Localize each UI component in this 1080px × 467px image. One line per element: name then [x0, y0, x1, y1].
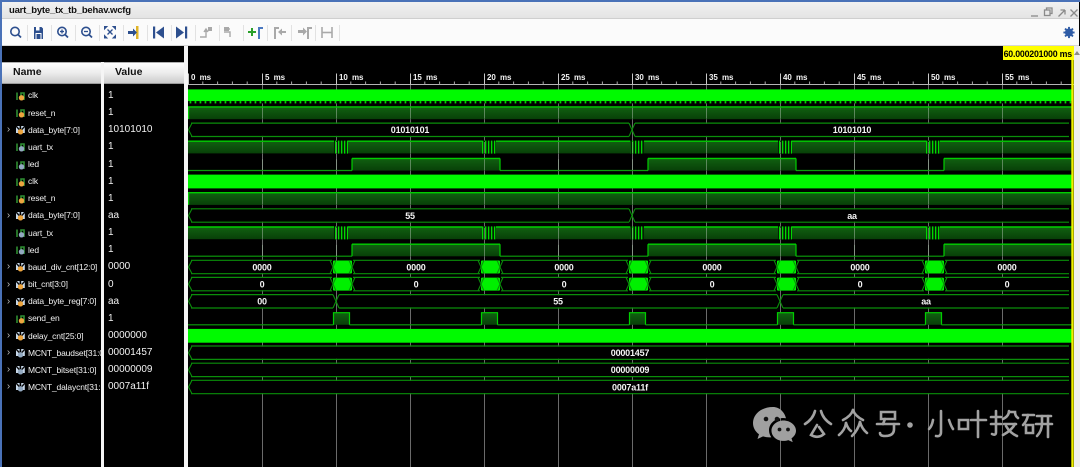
- svg-text:01010101: 01010101: [391, 125, 430, 135]
- svg-text:0000: 0000: [850, 262, 869, 272]
- svg-text:0000: 0000: [554, 262, 573, 272]
- svg-text:00000009: 00000009: [611, 365, 650, 375]
- svg-text:25 ms: 25 ms: [561, 73, 586, 82]
- svg-text:45 ms: 45 ms: [857, 73, 882, 82]
- svg-text:0000: 0000: [406, 262, 425, 272]
- svg-text:aa: aa: [921, 297, 932, 307]
- svg-text:35 ms: 35 ms: [709, 73, 734, 82]
- svg-text:0: 0: [562, 279, 567, 289]
- svg-text:00: 00: [257, 297, 267, 307]
- svg-text:55: 55: [405, 211, 415, 221]
- svg-text:10 ms: 10 ms: [339, 73, 364, 82]
- svg-text:0: 0: [414, 279, 419, 289]
- svg-text:15 ms: 15 ms: [413, 73, 438, 82]
- svg-text:00001457: 00001457: [611, 348, 650, 358]
- svg-text:0: 0: [858, 279, 863, 289]
- svg-text:55: 55: [553, 297, 563, 307]
- svg-text:0000: 0000: [252, 262, 271, 272]
- svg-text:60.000201000 ms: 60.000201000 ms: [1004, 49, 1073, 59]
- svg-text:30 ms: 30 ms: [635, 73, 660, 82]
- svg-text:0: 0: [260, 279, 265, 289]
- svg-text:5 ms: 5 ms: [265, 73, 286, 82]
- svg-text:50 ms: 50 ms: [931, 73, 956, 82]
- svg-text:10101010: 10101010: [833, 125, 872, 135]
- svg-text:0 ms: 0 ms: [191, 73, 212, 82]
- svg-text:0007a11f: 0007a11f: [612, 382, 649, 392]
- svg-text:0000: 0000: [702, 262, 721, 272]
- svg-text:40 ms: 40 ms: [783, 73, 808, 82]
- svg-text:0: 0: [1005, 279, 1010, 289]
- svg-text:55 ms: 55 ms: [1005, 73, 1030, 82]
- svg-text:0000: 0000: [997, 262, 1016, 272]
- svg-text:0: 0: [710, 279, 715, 289]
- svg-text:aa: aa: [847, 211, 858, 221]
- svg-text:20 ms: 20 ms: [487, 73, 512, 82]
